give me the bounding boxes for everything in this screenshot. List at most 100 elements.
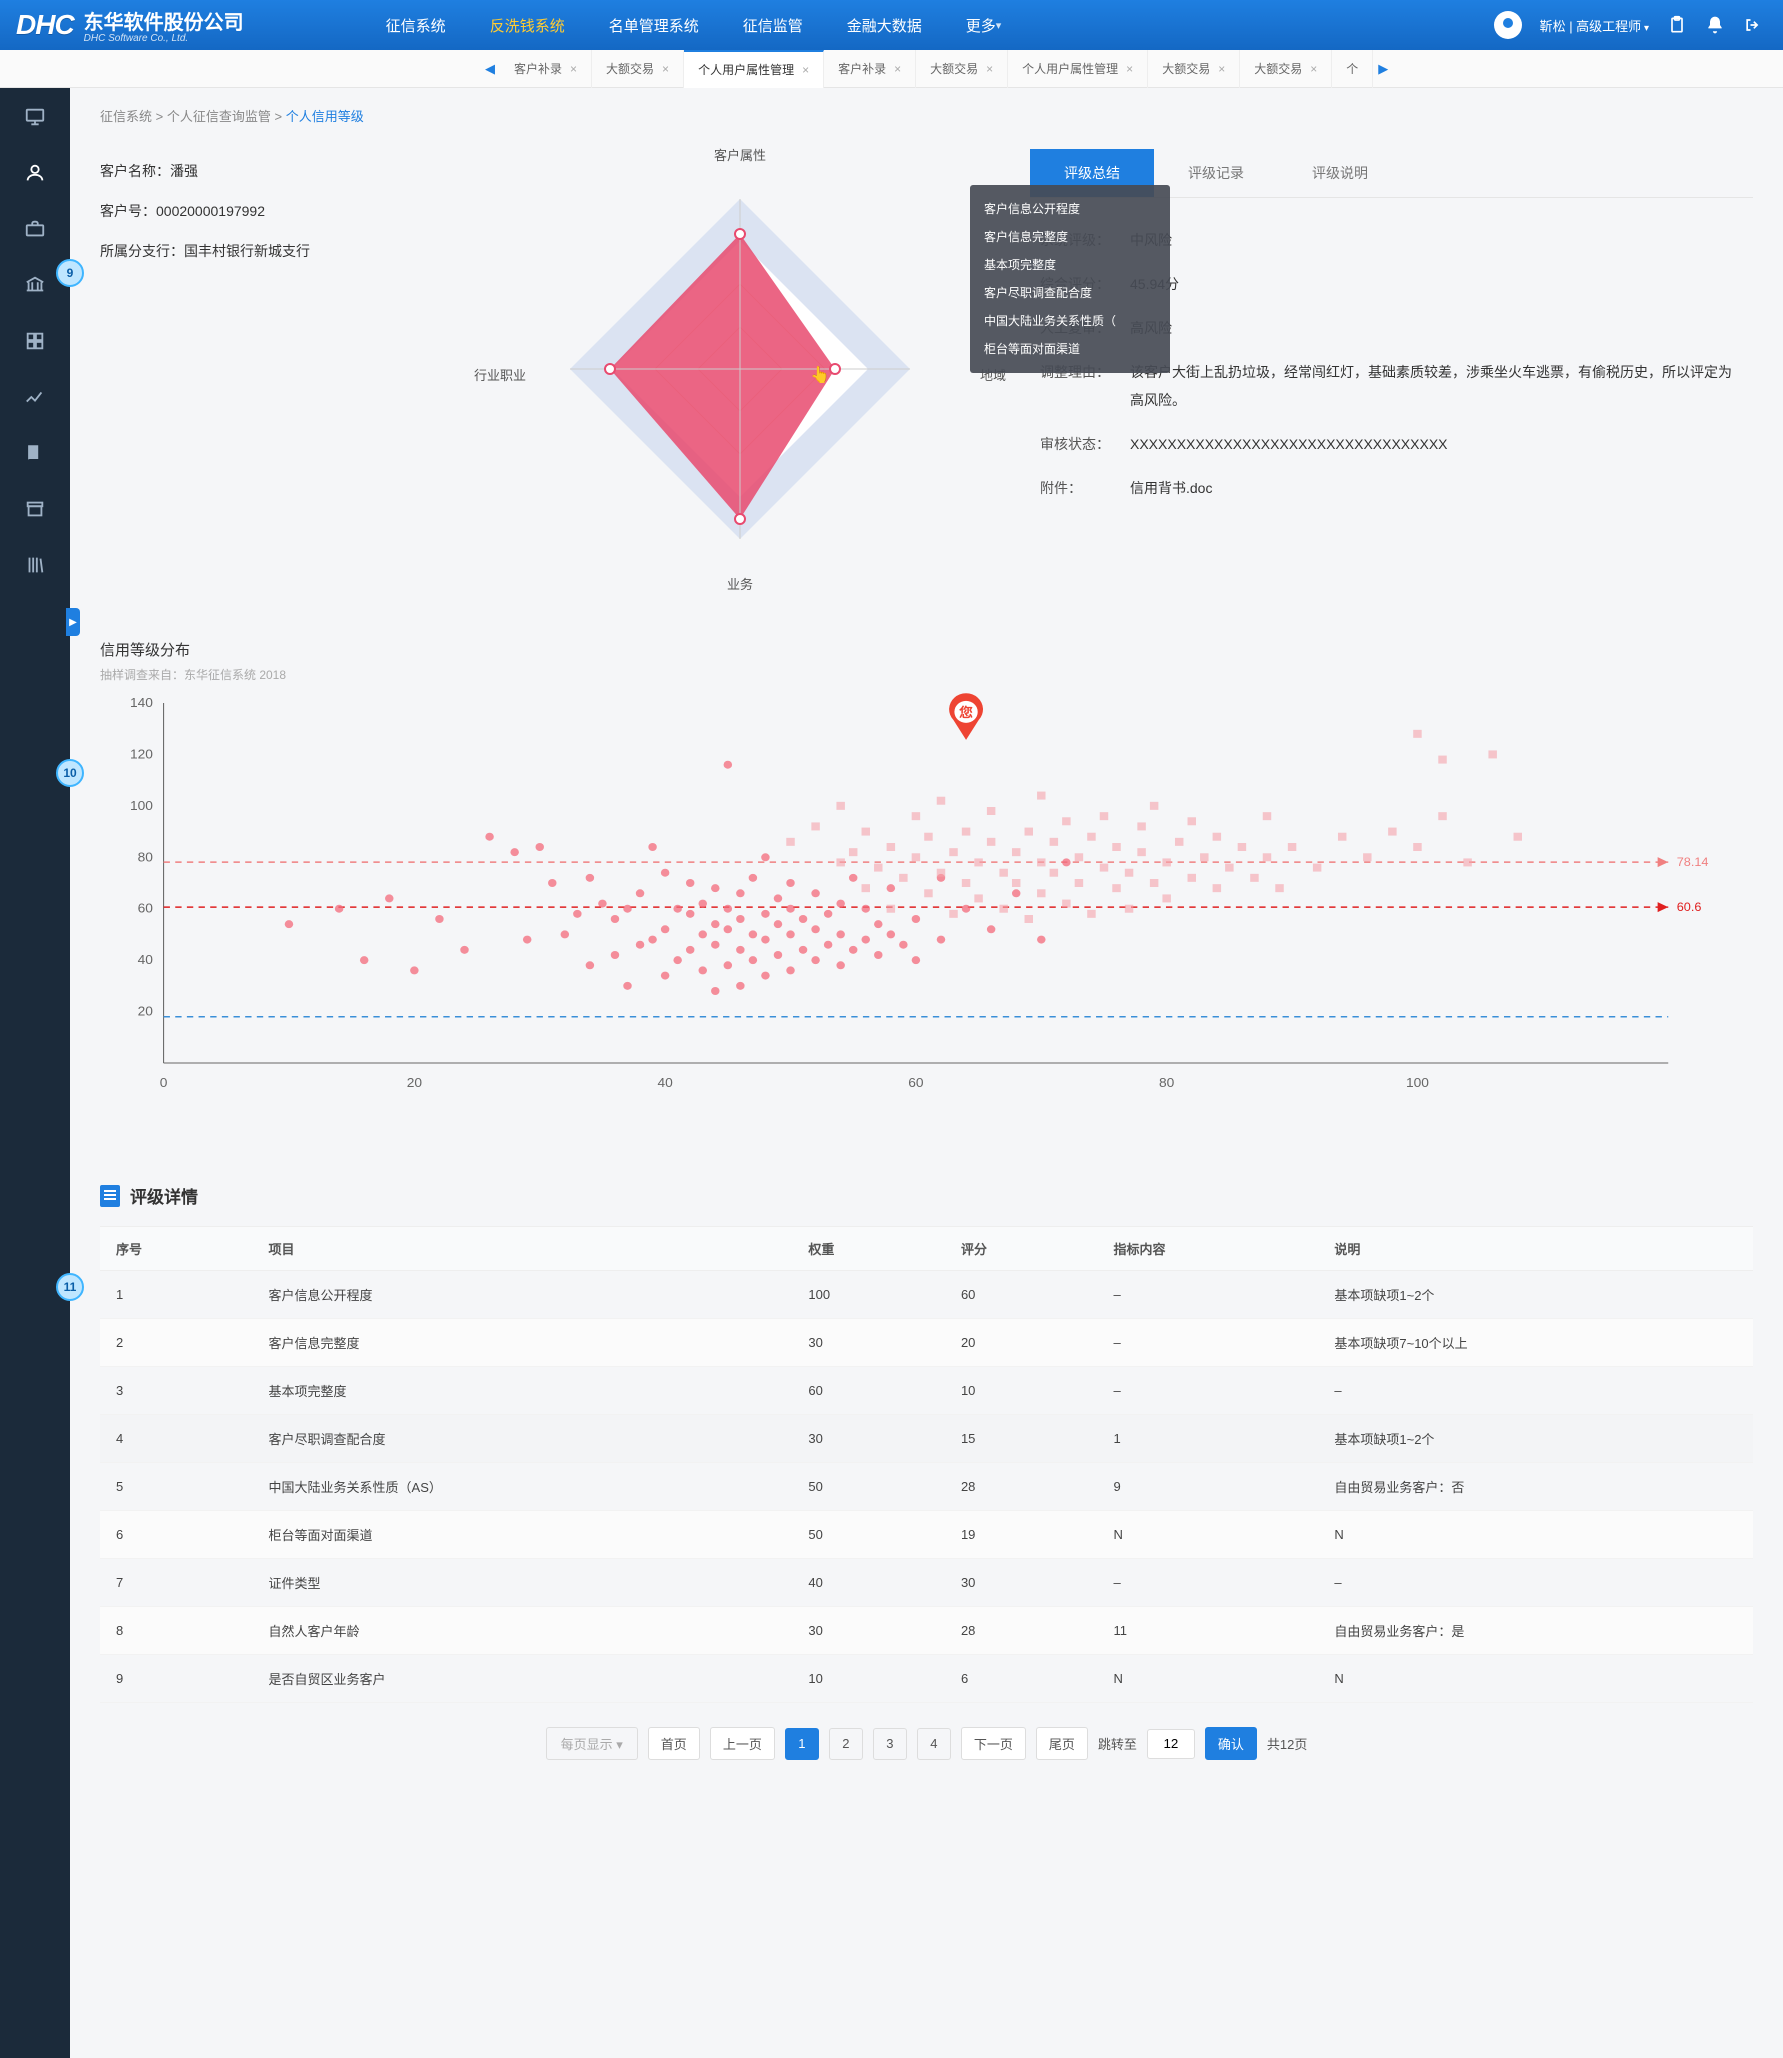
r-attach-label: 附件： — [1040, 466, 1130, 510]
user-icon[interactable] — [22, 160, 48, 186]
first-page-button[interactable]: 首页 — [648, 1727, 700, 1760]
tab-5[interactable]: 个人用户属性管理× — [1008, 50, 1148, 88]
tab-scroll-left-icon[interactable]: ◀ — [480, 50, 500, 88]
r-attach[interactable]: 信用背书.doc — [1130, 466, 1743, 510]
library-icon[interactable] — [22, 552, 48, 578]
main-content: 征信系统 > 个人征信查询监管 > 个人信用等级 9 客户名称：潘强 客户号：0… — [70, 88, 1783, 2058]
user-name[interactable]: 靳松 | 高级工程师 — [1540, 16, 1649, 35]
tab-6[interactable]: 大额交易× — [1148, 50, 1240, 88]
details-table: 序号 项目 权重 评分 指标内容 说明 1客户信息公开程度10060–基本项缺项… — [100, 1226, 1753, 1703]
details-heading: 评级详情 — [100, 1183, 1753, 1208]
page-4[interactable]: 4 — [917, 1728, 951, 1760]
crumb-1[interactable]: 征信系统 — [100, 109, 152, 124]
close-icon[interactable]: × — [1126, 62, 1133, 76]
briefcase-icon[interactable] — [22, 216, 48, 242]
rating-tab-desc[interactable]: 评级说明 — [1278, 149, 1402, 197]
r-reason: 该客户大街上乱扔垃圾，经常闯红灯，基础素质较差，涉乘坐火车逃票，有偷税历史，所以… — [1130, 358, 1743, 414]
th-idx: 序号 — [100, 1227, 253, 1271]
tab-1[interactable]: 大额交易× — [592, 50, 684, 88]
nav-item-1[interactable]: 反洗钱系统 — [468, 0, 587, 50]
clipboard-icon[interactable] — [1667, 15, 1687, 35]
table-row[interactable]: 3基本项完整度6010–– — [100, 1367, 1753, 1415]
svg-text:100: 100 — [130, 798, 153, 813]
rating-tab-history[interactable]: 评级记录 — [1154, 149, 1278, 197]
crumb-2[interactable]: 个人征信查询监管 — [167, 109, 271, 124]
jump-confirm-button[interactable]: 确认 — [1205, 1727, 1257, 1760]
nav-item-0[interactable]: 征信系统 — [364, 0, 468, 50]
close-icon[interactable]: × — [1218, 62, 1225, 76]
nav-item-2[interactable]: 名单管理系统 — [587, 0, 721, 50]
book-icon[interactable] — [22, 440, 48, 466]
th-metric: 指标内容 — [1097, 1227, 1318, 1271]
grid-icon[interactable] — [22, 328, 48, 354]
sidebar-expand-icon[interactable]: ▶ — [66, 608, 80, 636]
bell-icon[interactable] — [1705, 15, 1725, 35]
dist-title: 信用等级分布 — [100, 639, 1753, 660]
last-page-button[interactable]: 尾页 — [1036, 1727, 1088, 1760]
tab-4[interactable]: 大额交易× — [916, 50, 1008, 88]
table-row[interactable]: 8自然人客户年龄302811自由贸易业务客户：是 — [100, 1607, 1753, 1655]
prev-page-button[interactable]: 上一页 — [710, 1727, 775, 1760]
close-icon[interactable]: × — [570, 62, 577, 76]
annotation-10: 10 — [56, 759, 84, 787]
cust-id-label: 客户号： — [100, 201, 156, 221]
svg-text:120: 120 — [130, 747, 153, 762]
cust-name-label: 客户名称： — [100, 161, 170, 181]
nav-item-more[interactable]: 更多 — [944, 0, 1024, 50]
tab-strip: ◀ 客户补录× 大额交易× 个人用户属性管理× 客户补录× 大额交易× 个人用户… — [0, 50, 1783, 88]
tab-scroll-right-icon[interactable]: ▶ — [1373, 50, 1393, 88]
tab-3[interactable]: 客户补录× — [824, 50, 916, 88]
r-score: 45.94分 — [1130, 262, 1743, 306]
table-row[interactable]: 5中国大陆业务关系性质（AS）50289自由贸易业务客户：否 — [100, 1463, 1753, 1511]
nav-item-3[interactable]: 征信监管 — [721, 0, 825, 50]
archive-icon[interactable] — [22, 496, 48, 522]
user-area: 靳松 | 高级工程师 — [1494, 11, 1763, 39]
close-icon[interactable]: × — [986, 62, 993, 76]
table-row[interactable]: 1客户信息公开程度10060–基本项缺项1~2个 — [100, 1271, 1753, 1319]
r-audit-label: 审核状态： — [1040, 422, 1130, 466]
close-icon[interactable]: × — [662, 62, 669, 76]
page-3[interactable]: 3 — [873, 1728, 907, 1760]
svg-text:100: 100 — [1406, 1075, 1429, 1090]
close-icon[interactable]: × — [1310, 62, 1317, 76]
next-page-button[interactable]: 下一页 — [961, 1727, 1026, 1760]
th-note: 说明 — [1318, 1227, 1753, 1271]
table-row[interactable]: 9是否自贸区业务客户106NN — [100, 1655, 1753, 1703]
svg-text:78.14: 78.14 — [1677, 855, 1709, 869]
table-row[interactable]: 7证件类型4030–– — [100, 1559, 1753, 1607]
close-icon[interactable]: × — [894, 62, 901, 76]
tab-7[interactable]: 大额交易× — [1240, 50, 1332, 88]
pager: 每页显示 ▾ 首页 上一页 1 2 3 4 下一页 尾页 跳转至 确认 共12页 — [100, 1727, 1753, 1760]
r-audit: XXXXXXXXXXXXXXXXXXXXXXXXXXXXXXXXXX — [1130, 422, 1743, 466]
jump-input[interactable] — [1147, 1729, 1195, 1759]
svg-text:0: 0 — [160, 1075, 168, 1090]
svg-text:80: 80 — [138, 850, 153, 865]
svg-text:80: 80 — [1159, 1075, 1174, 1090]
logout-icon[interactable] — [1743, 15, 1763, 35]
r-manual: 高风险 — [1130, 306, 1743, 350]
table-row[interactable]: 2客户信息完整度3020–基本项缺项7~10个以上 — [100, 1319, 1753, 1367]
tab-2[interactable]: 个人用户属性管理× — [684, 50, 824, 88]
brand-name-en: DHC Software Co., Ltd. — [84, 33, 244, 44]
svg-text:40: 40 — [138, 952, 153, 967]
page-2[interactable]: 2 — [829, 1728, 863, 1760]
per-page-select[interactable]: 每页显示 ▾ — [546, 1727, 638, 1760]
cust-branch-label: 所属分支行： — [100, 241, 184, 261]
customer-info: 客户名称：潘强 客户号：00020000197992 所属分支行：国丰村银行新城… — [100, 149, 450, 589]
svg-text:60: 60 — [138, 901, 153, 916]
tab-0[interactable]: 客户补录× — [500, 50, 592, 88]
close-icon[interactable]: × — [802, 63, 809, 77]
table-row[interactable]: 6柜台等面对面渠道5019NN — [100, 1511, 1753, 1559]
scatter-chart: 2040608010012014002040608010078.1460.6您 — [100, 693, 1753, 1113]
crumb-3: 个人信用等级 — [286, 109, 364, 124]
nav-item-4[interactable]: 金融大数据 — [825, 0, 944, 50]
monitor-icon[interactable] — [22, 104, 48, 130]
page-1[interactable]: 1 — [785, 1728, 819, 1760]
avatar-icon[interactable] — [1494, 11, 1522, 39]
left-sidebar: ▶ — [0, 88, 70, 2058]
svg-text:60.6: 60.6 — [1677, 900, 1702, 914]
chart-icon[interactable] — [22, 384, 48, 410]
table-row[interactable]: 4客户尽职调查配合度30151基本项缺项1~2个 — [100, 1415, 1753, 1463]
tab-8[interactable]: 个 — [1332, 50, 1373, 88]
bank-icon[interactable] — [22, 272, 48, 298]
